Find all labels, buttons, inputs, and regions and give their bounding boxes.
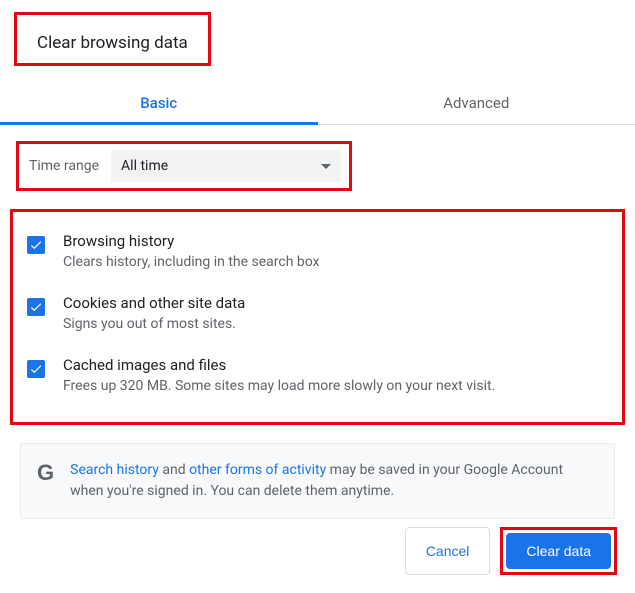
time-range-value: All time [121, 158, 168, 174]
option-cookies: Cookies and other site data Signs you ou… [23, 284, 612, 346]
checkbox-browsing-history[interactable] [27, 236, 45, 254]
check-icon [29, 238, 43, 252]
info-text: Search history and other forms of activi… [70, 460, 598, 502]
tab-basic[interactable]: Basic [0, 80, 318, 124]
dialog-footer: Cancel Clear data [405, 527, 617, 575]
tabs: Basic Advanced [0, 80, 635, 125]
option-desc: Signs you out of most sites. [63, 316, 245, 332]
dialog-title: Clear browsing data [17, 15, 208, 63]
option-label: Cookies and other site data [63, 294, 245, 312]
option-label: Cached images and files [63, 356, 495, 374]
clear-data-button[interactable]: Clear data [506, 533, 611, 569]
tab-advanced[interactable]: Advanced [318, 80, 635, 124]
option-browsing-history: Browsing history Clears history, includi… [23, 222, 612, 284]
checkbox-cached[interactable] [27, 360, 45, 378]
checkbox-cookies[interactable] [27, 298, 45, 316]
clear-data-highlight: Clear data [500, 527, 617, 575]
option-text: Cached images and files Frees up 320 MB.… [63, 356, 495, 394]
time-range-row: Time range All time [16, 141, 352, 191]
google-account-info: G Search history and other forms of acti… [20, 443, 615, 519]
google-icon: G [37, 462, 54, 484]
time-range-select[interactable]: All time [111, 150, 341, 182]
link-search-history[interactable]: Search history [70, 462, 159, 478]
option-label: Browsing history [63, 232, 320, 250]
check-icon [29, 362, 43, 376]
time-range-label: Time range [27, 154, 101, 178]
option-cached: Cached images and files Frees up 320 MB.… [23, 346, 612, 408]
options-list: Browsing history Clears history, includi… [10, 209, 625, 425]
check-icon [29, 300, 43, 314]
link-other-activity[interactable]: other forms of activity [189, 462, 326, 478]
option-text: Cookies and other site data Signs you ou… [63, 294, 245, 332]
option-text: Browsing history Clears history, includi… [63, 232, 320, 270]
option-desc: Frees up 320 MB. Some sites may load mor… [63, 378, 495, 394]
option-desc: Clears history, including in the search … [63, 254, 320, 270]
cancel-button[interactable]: Cancel [405, 527, 491, 575]
info-text-fragment: and [159, 462, 189, 478]
dialog-title-highlight: Clear browsing data [14, 12, 211, 66]
clear-browsing-data-dialog: Clear browsing data Basic Advanced Time … [0, 0, 635, 519]
chevron-down-icon [321, 164, 331, 169]
